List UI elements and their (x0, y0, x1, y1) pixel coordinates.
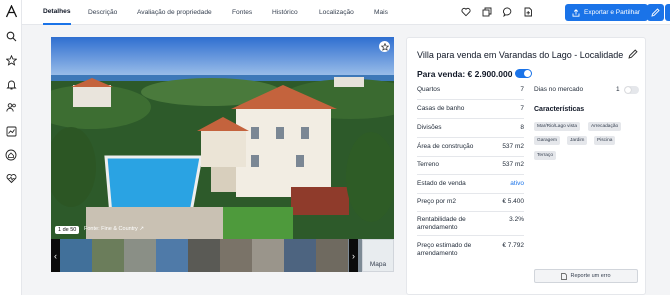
tab-mais[interactable]: Mais (374, 0, 388, 25)
feature-chip: Mar/Rio/Lago vista (534, 122, 580, 131)
thumbnail[interactable] (284, 239, 316, 272)
details-panel: Villa para venda em Varandas do Lago - L… (406, 37, 646, 295)
map-button[interactable]: Mapa (362, 239, 394, 272)
chart-icon[interactable] (4, 124, 18, 138)
thumbnails-next-button[interactable]: › (349, 239, 358, 272)
thumbnail[interactable] (92, 239, 124, 272)
sale-status-link[interactable]: ativo (510, 180, 524, 187)
thumbnail-strip: ‹ › (51, 239, 394, 272)
heart-pulse-icon[interactable] (4, 171, 18, 185)
document-icon (561, 272, 568, 280)
people-icon[interactable] (4, 100, 18, 114)
detail-row: Quartos 7 (417, 86, 524, 100)
listing-title: Villa para venda em Varandas do Lago - L… (417, 50, 624, 60)
photo-source: Fonte: Fine & Country ↗ (84, 226, 144, 232)
left-rail (0, 0, 22, 295)
days-on-market-label: Dias no mercado (534, 86, 584, 93)
thumbnail[interactable] (220, 239, 252, 272)
search-icon[interactable] (4, 29, 18, 43)
photo-gallery: 1 de 50 Fonte: Fine & Country ↗ ‹ › (51, 37, 394, 272)
thumbnail[interactable] (316, 239, 348, 272)
detail-row: Estado de venda ativo (417, 180, 524, 194)
detail-row: Área de construção 537 m2 (417, 143, 524, 157)
thumbnail[interactable] (60, 239, 92, 272)
days-on-market-toggle[interactable] (624, 86, 639, 94)
feature-chip: Jardim (567, 136, 588, 145)
feature-chip: Piscina (594, 136, 616, 145)
tab-avaliacao[interactable]: Avaliação de propriedade (137, 0, 212, 25)
detail-row: Terreno 537 m2 (417, 161, 524, 175)
export-share-label: Exportar e Partilhar (584, 9, 640, 16)
feature-chip: Arrecadação (588, 122, 622, 131)
thumbnail[interactable] (124, 239, 156, 272)
app-logo[interactable] (5, 4, 18, 18)
edit-button[interactable] (647, 4, 664, 21)
features-title: Características (534, 106, 585, 113)
star-icon[interactable] (4, 53, 18, 67)
chevron-right-icon: › (352, 250, 355, 261)
bell-icon[interactable] (4, 77, 18, 91)
report-error-label: Reporte um erro (570, 273, 611, 279)
days-on-market-value: 1 (616, 86, 620, 93)
for-sale-toggle[interactable] (515, 69, 532, 78)
top-bar: Detalhes Descrição Avaliação de propried… (22, 0, 670, 25)
tab-descricao[interactable]: Descrição (88, 0, 117, 25)
chevron-left-icon: ‹ (54, 250, 57, 261)
report-error-button[interactable]: Reporte um erro (534, 269, 638, 283)
feature-chip: Terraço (534, 151, 556, 160)
tab-fontes[interactable]: Fontes (232, 0, 252, 25)
export-share-button[interactable]: Exportar e Partilhar (565, 4, 648, 21)
thumbnail[interactable] (188, 239, 220, 272)
detail-row: Preço por m2 € 5.400 (417, 198, 524, 212)
detail-row: Divisões 8 (417, 124, 524, 138)
favorite-button[interactable] (379, 41, 390, 52)
share-icon (572, 8, 580, 17)
pencil-icon[interactable] (628, 49, 640, 61)
chat-icon[interactable] (502, 6, 514, 18)
main-photo[interactable] (51, 37, 394, 239)
detail-row: Preço estimado de arrendamento € 7.792 (417, 242, 524, 257)
home-search-icon[interactable] (4, 148, 18, 162)
external-link-icon: ↗ (139, 226, 144, 232)
star-icon (380, 42, 389, 51)
tab-historico[interactable]: Histórico (272, 0, 298, 25)
listing-price: Para venda: € 2.900.000 (417, 69, 513, 79)
tab-localizacao[interactable]: Localização (319, 0, 354, 25)
detail-row: Rentabilidade de arrendamento 3.2% (417, 216, 524, 236)
tab-detalhes[interactable]: Detalhes (43, 0, 71, 25)
detail-row: Casas de banho 7 (417, 105, 524, 119)
settings-button[interactable] (665, 4, 670, 21)
thumbnail[interactable] (156, 239, 188, 272)
add-document-icon[interactable] (522, 6, 534, 18)
copy-icon[interactable] (481, 6, 493, 18)
photo-counter: 1 de 50 (55, 226, 80, 234)
thumbnail[interactable] (252, 239, 284, 272)
heart-pulse-icon[interactable] (460, 6, 472, 18)
pencil-icon (651, 8, 660, 17)
feature-chip: Garagem (534, 136, 560, 145)
thumbnails-prev-button[interactable]: ‹ (51, 239, 60, 272)
